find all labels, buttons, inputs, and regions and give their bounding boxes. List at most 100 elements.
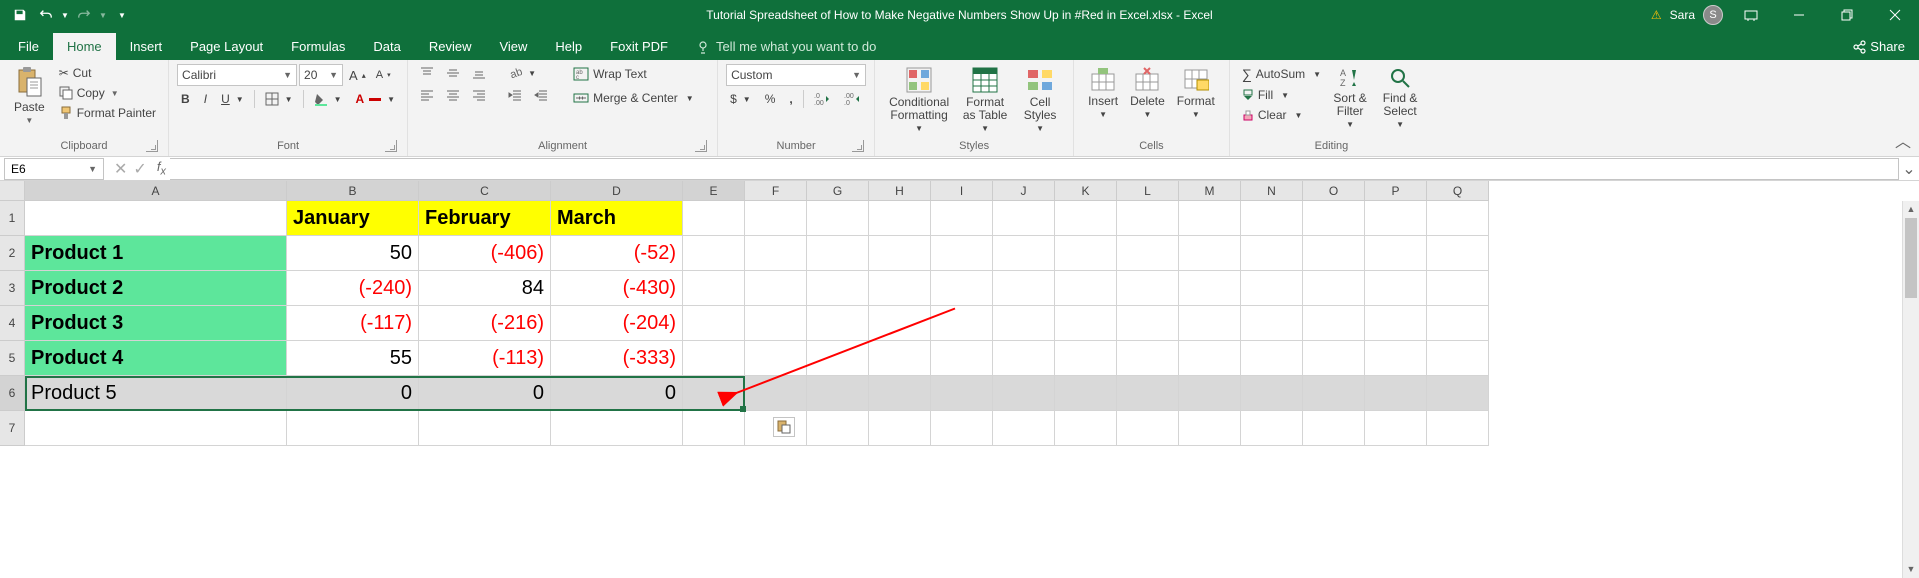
cell[interactable]	[807, 201, 869, 236]
cell[interactable]	[287, 411, 419, 446]
accounting-format-button[interactable]: $▼	[726, 90, 755, 108]
cell[interactable]	[1427, 411, 1489, 446]
redo-button[interactable]	[72, 3, 96, 27]
cell[interactable]	[869, 411, 931, 446]
cell[interactable]	[807, 306, 869, 341]
cell[interactable]	[869, 306, 931, 341]
qat-customize[interactable]: ▼	[110, 3, 134, 27]
name-box[interactable]: E6▼	[4, 158, 104, 180]
cell[interactable]: (-52)	[551, 236, 683, 271]
col-header-F[interactable]: F	[745, 181, 807, 201]
merge-center-button[interactable]: Merge & Center▼	[569, 88, 698, 108]
cell[interactable]	[1241, 201, 1303, 236]
col-header-Q[interactable]: Q	[1427, 181, 1489, 201]
increase-font-button[interactable]: A▴	[345, 66, 370, 85]
cell[interactable]	[745, 306, 807, 341]
cell[interactable]	[1303, 306, 1365, 341]
cell[interactable]	[993, 236, 1055, 271]
scroll-thumb[interactable]	[1905, 218, 1917, 298]
insert-cells-button[interactable]: Insert▼	[1082, 64, 1124, 121]
cell[interactable]: Product 5	[25, 376, 287, 411]
col-header-J[interactable]: J	[993, 181, 1055, 201]
col-header-M[interactable]: M	[1179, 181, 1241, 201]
cell[interactable]	[745, 236, 807, 271]
cell[interactable]: 50	[287, 236, 419, 271]
tab-insert[interactable]: Insert	[116, 33, 177, 60]
format-painter-button[interactable]: Format Painter	[55, 104, 160, 122]
cell-styles-button[interactable]: Cell Styles▼	[1015, 64, 1065, 135]
cell[interactable]	[1241, 341, 1303, 376]
cell[interactable]	[1179, 306, 1241, 341]
cell[interactable]	[25, 411, 287, 446]
cell[interactable]	[1241, 306, 1303, 341]
number-format-combo[interactable]: Custom▼	[726, 64, 866, 86]
fill-color-button[interactable]: ▼	[310, 90, 346, 108]
cell[interactable]	[683, 236, 745, 271]
ribbon-display-button[interactable]	[1731, 0, 1771, 30]
cut-button[interactable]: ✂Cut	[55, 64, 160, 82]
cell[interactable]	[1427, 376, 1489, 411]
increase-decimal-button[interactable]: .0.00	[810, 90, 834, 108]
undo-dropdown[interactable]: ▼	[60, 3, 70, 27]
cell[interactable]	[1303, 201, 1365, 236]
row-header-5[interactable]: 5	[0, 341, 25, 376]
format-as-table-button[interactable]: Format as Table▼	[955, 64, 1015, 135]
align-bottom-button[interactable]	[468, 64, 490, 82]
align-center-button[interactable]	[442, 86, 464, 104]
col-header-P[interactable]: P	[1365, 181, 1427, 201]
find-select-button[interactable]: Find & Select▼	[1375, 64, 1425, 131]
cell[interactable]: (-240)	[287, 271, 419, 306]
save-button[interactable]	[8, 3, 32, 27]
paste-button[interactable]: Paste ▼	[8, 64, 51, 127]
cell[interactable]	[1365, 236, 1427, 271]
font-color-button[interactable]: A▼	[352, 90, 400, 108]
cell[interactable]: Product 2	[25, 271, 287, 306]
scroll-up-button[interactable]: ▲	[1903, 201, 1919, 218]
cell[interactable]	[551, 411, 683, 446]
select-all-corner[interactable]	[0, 181, 25, 201]
cell[interactable]	[807, 271, 869, 306]
cell[interactable]	[1241, 236, 1303, 271]
copy-button[interactable]: Copy▼	[55, 84, 160, 102]
cell[interactable]	[683, 271, 745, 306]
cell[interactable]: (-333)	[551, 341, 683, 376]
cell[interactable]: 84	[419, 271, 551, 306]
cell[interactable]	[1365, 306, 1427, 341]
cell[interactable]	[25, 201, 287, 236]
undo-button[interactable]	[34, 3, 58, 27]
cell[interactable]	[931, 376, 993, 411]
cell[interactable]: Product 1	[25, 236, 287, 271]
cell[interactable]	[1303, 341, 1365, 376]
cell[interactable]	[1241, 411, 1303, 446]
cell[interactable]	[683, 306, 745, 341]
cell[interactable]	[1303, 236, 1365, 271]
share-button[interactable]: Share	[1838, 33, 1919, 60]
tab-view[interactable]: View	[485, 33, 541, 60]
redo-dropdown[interactable]: ▼	[98, 3, 108, 27]
cell[interactable]	[1055, 306, 1117, 341]
cell[interactable]: (-216)	[419, 306, 551, 341]
cell[interactable]	[745, 201, 807, 236]
cell[interactable]	[993, 341, 1055, 376]
cell[interactable]	[993, 306, 1055, 341]
delete-cells-button[interactable]: Delete▼	[1124, 64, 1171, 121]
tab-home[interactable]: Home	[53, 33, 116, 60]
tell-me[interactable]: Tell me what you want to do	[682, 33, 890, 60]
row-header-6[interactable]: 6	[0, 376, 25, 411]
formula-bar[interactable]	[170, 158, 1899, 180]
decrease-decimal-button[interactable]: .00.0	[840, 90, 864, 108]
cell[interactable]	[931, 236, 993, 271]
cell[interactable]	[931, 306, 993, 341]
italic-button[interactable]: I	[200, 90, 211, 108]
font-launcher[interactable]	[385, 140, 397, 152]
col-header-B[interactable]: B	[287, 181, 419, 201]
cancel-formula-button[interactable]: ✕	[114, 159, 127, 179]
cell[interactable]	[993, 411, 1055, 446]
col-header-N[interactable]: N	[1241, 181, 1303, 201]
paste-options-button[interactable]	[773, 417, 795, 437]
cell[interactable]	[1365, 201, 1427, 236]
row-header-1[interactable]: 1	[0, 201, 25, 236]
user-avatar[interactable]: S	[1703, 5, 1723, 25]
cell[interactable]: 0	[287, 376, 419, 411]
cell[interactable]	[1427, 271, 1489, 306]
